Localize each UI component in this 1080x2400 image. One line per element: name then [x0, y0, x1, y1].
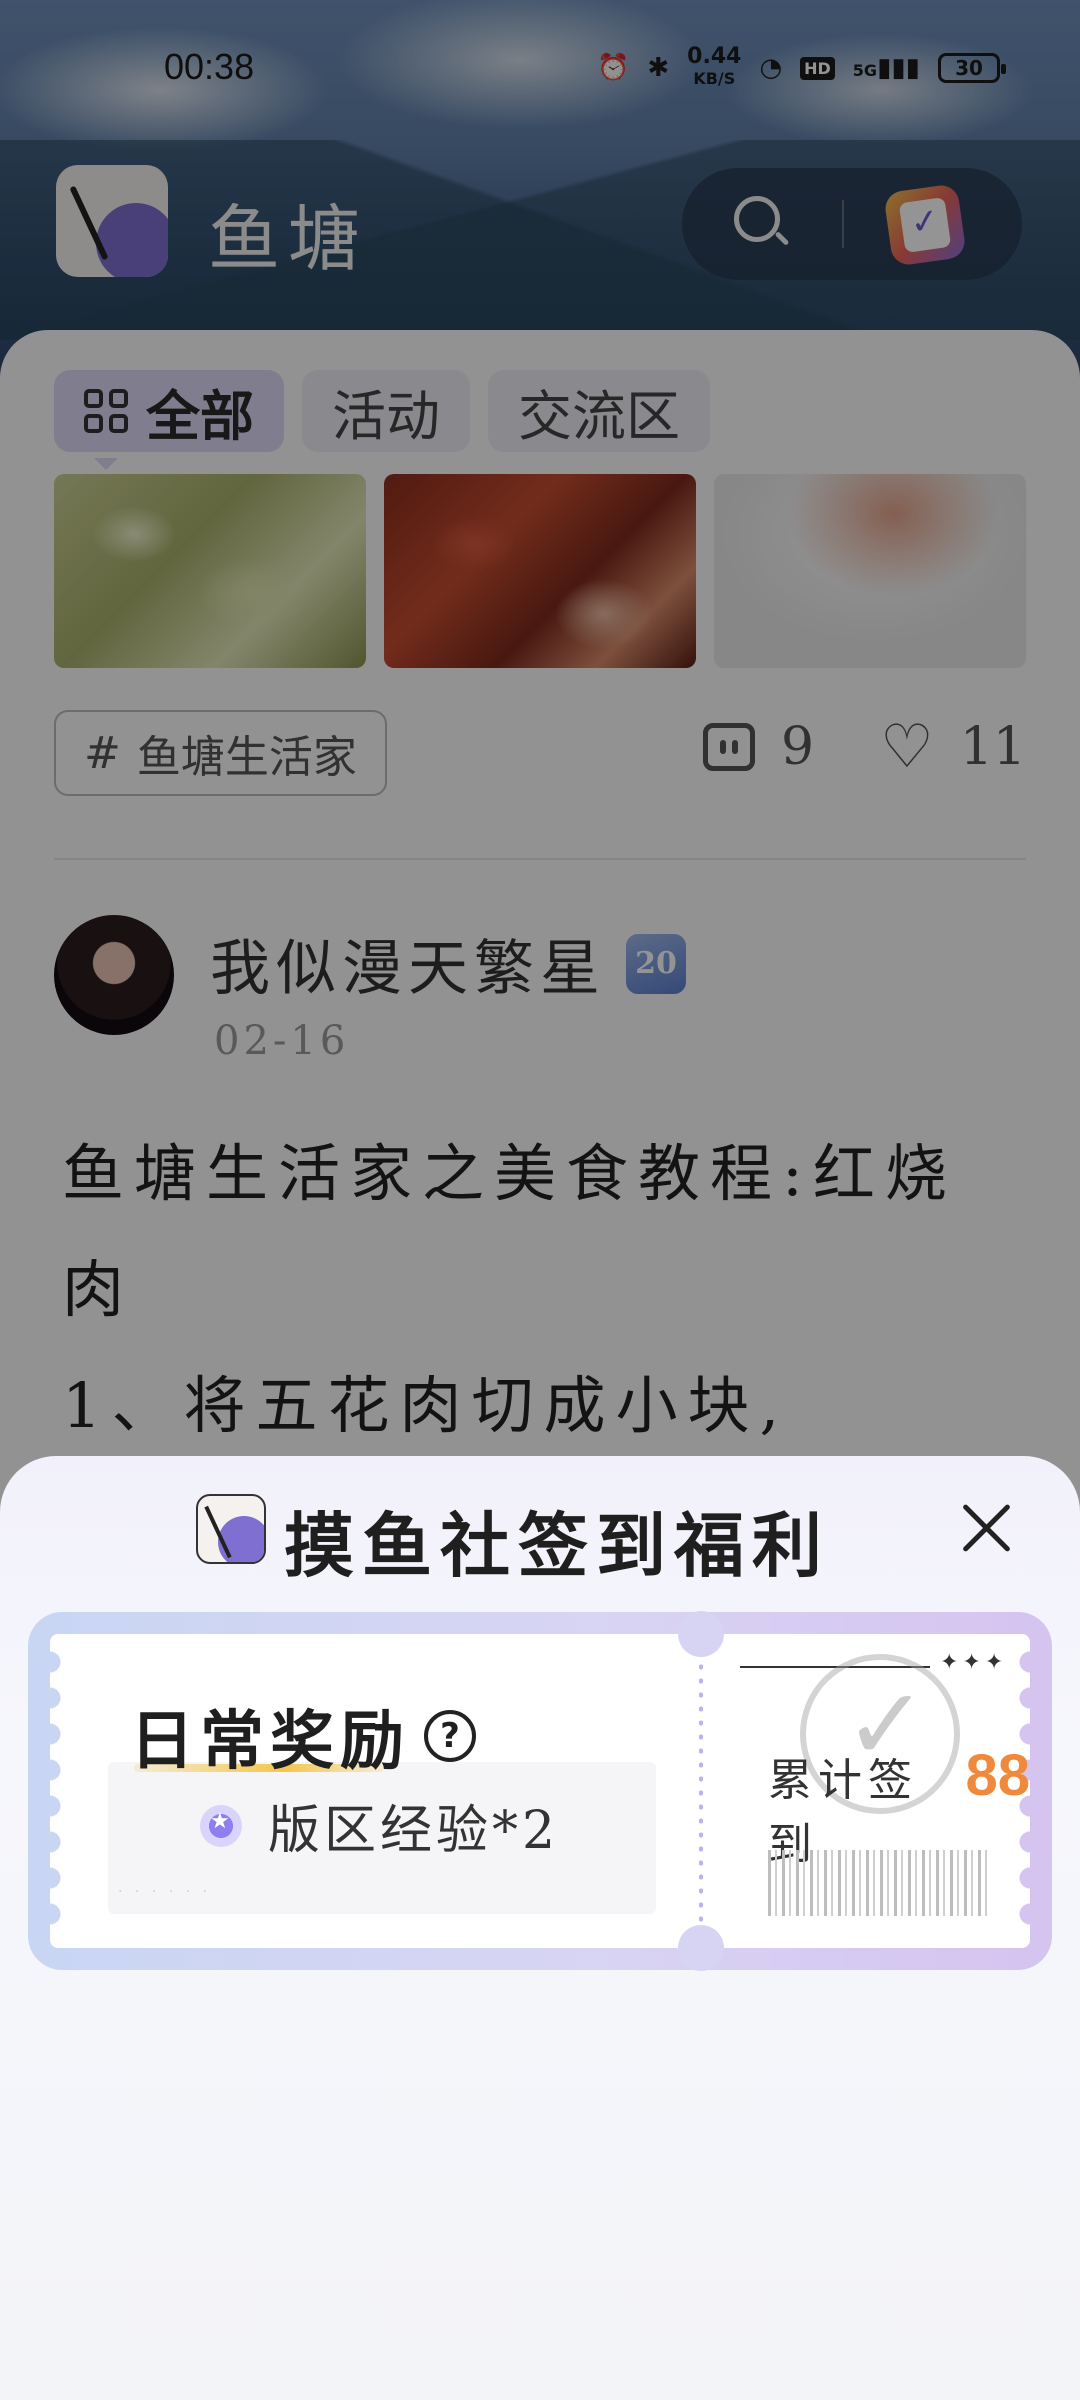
ticket-body: 版区经验*2 · · · · · · 日常奖励 ? ✦✦✦ 累计签到 88: [50, 1611, 1030, 1971]
reward-item: 版区经验*2: [200, 1788, 559, 1863]
reward-title: 日常奖励 ?: [130, 1690, 476, 1782]
checkin-sheet: 摸鱼社签到福利 版区经验*2 · · · · · · 日常奖励 ? ✦✦✦: [0, 1456, 1080, 2400]
club-logo-icon: [196, 1494, 266, 1564]
sheet-title: 摸鱼社签到福利: [284, 1504, 830, 1587]
stars-decoration: ✦✦✦: [940, 1650, 1008, 1675]
help-icon[interactable]: ?: [424, 1710, 476, 1762]
perforation: [699, 1660, 703, 1922]
reward-box: 版区经验*2 · · · · · ·: [108, 1762, 656, 1914]
total-checkins-count: 88: [965, 1743, 1030, 1808]
exp-icon: [200, 1804, 242, 1847]
barcode-icon: [768, 1850, 988, 1916]
close-icon[interactable]: [958, 1500, 1014, 1556]
reward-ticket: 版区经验*2 · · · · · · 日常奖励 ? ✦✦✦ 累计签到 88: [28, 1611, 1052, 1971]
